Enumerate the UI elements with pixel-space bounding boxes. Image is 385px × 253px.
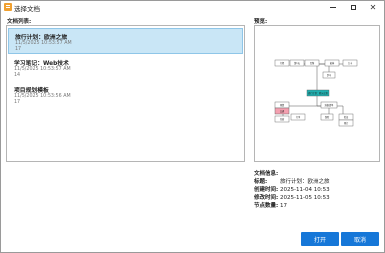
document-list[interactable]: 旅行计划：欧洲之旅 11/5/2025 10:53:57 AM 17 学习笔记：…: [6, 25, 245, 162]
close-icon: ✕: [369, 2, 377, 12]
open-button[interactable]: 打开: [301, 232, 339, 246]
document-node-count: 14: [14, 73, 21, 78]
document-name: 学习笔记：Web技术: [14, 61, 69, 67]
info-nodes-value: 17: [280, 203, 287, 209]
maximize-icon: [350, 5, 356, 10]
list-item-document[interactable]: 旅行计划：欧洲之旅 11/5/2025 10:53:57 AM 17: [8, 28, 243, 54]
mindmap-preview-canvas: 行程 第1天 巴黎 柏林 大卡罗马旅行计划：欧洲之旅预算交通准备清单住宿行李 保险 签证预订: [274, 59, 358, 127]
title-bar: 选择文档 ✕: [1, 1, 384, 15]
window-title: 选择文档: [14, 5, 40, 13]
list-item-document[interactable]: 学习笔记：Web技术 11/5/2025 10:53:57 AM 14: [8, 55, 243, 81]
info-title-value: 旅行计划：欧洲之旅: [280, 179, 330, 185]
info-modified-row: 修改时间: 2025-11-05 10:53: [254, 193, 330, 201]
document-icon: [4, 3, 12, 11]
document-node-count: 17: [15, 47, 22, 52]
mindmap-node-label: 准备清单: [325, 103, 335, 107]
cancel-button[interactable]: 取消: [341, 232, 379, 246]
maximize-button[interactable]: [344, 1, 362, 14]
minimize-icon: [330, 7, 336, 8]
list-item-document[interactable]: 项目规划模板 11/5/2025 10:53:56 AM 17: [8, 82, 243, 108]
document-name: 旅行计划：欧洲之旅: [15, 35, 68, 41]
document-info-label: 文档信息:: [254, 171, 279, 177]
close-button[interactable]: ✕: [364, 1, 382, 14]
document-list-label: 文档列表:: [7, 19, 32, 25]
info-nodes-key: 节点数量:: [254, 203, 279, 209]
mindmap-node-label: 第1天: [294, 61, 301, 65]
info-modified-key: 修改时间:: [254, 195, 279, 201]
document-time: 11/5/2025 10:53:57 AM: [15, 41, 72, 46]
info-created-row: 创建时间: 2025-11-04 10:53: [254, 185, 330, 193]
document-name: 项目规划模板: [14, 88, 49, 94]
mindmap-node-label: 罗马: [327, 73, 331, 77]
info-created-key: 创建时间:: [254, 187, 279, 193]
preview-label: 预览:: [254, 19, 268, 25]
document-time: 11/5/2025 10:53:56 AM: [14, 94, 71, 99]
minimize-button[interactable]: [324, 1, 342, 14]
document-node-count: 17: [14, 100, 21, 105]
document-time: 11/5/2025 10:53:57 AM: [14, 67, 71, 72]
mindmap-node-label: 旅行计划：欧洲之旅: [308, 91, 328, 95]
info-title-row: 标题: 旅行计划：欧洲之旅: [254, 177, 330, 185]
select-document-dialog: 选择文档 ✕ 文档列表: 预览: 旅行计划：欧洲之旅 11/5/2025 10:…: [0, 0, 385, 253]
mindmap-preview: 行程 第1天 巴黎 柏林 大卡 罗马 旅行计划：欧洲之旅 预算 交通 准备清单 住宿 行李 保险 签证 预订: [254, 25, 380, 162]
info-modified-value: 2025-11-05 10:53: [280, 195, 330, 201]
info-title-key: 标题:: [254, 179, 268, 185]
info-nodes-row: 节点数量: 17: [254, 201, 287, 209]
